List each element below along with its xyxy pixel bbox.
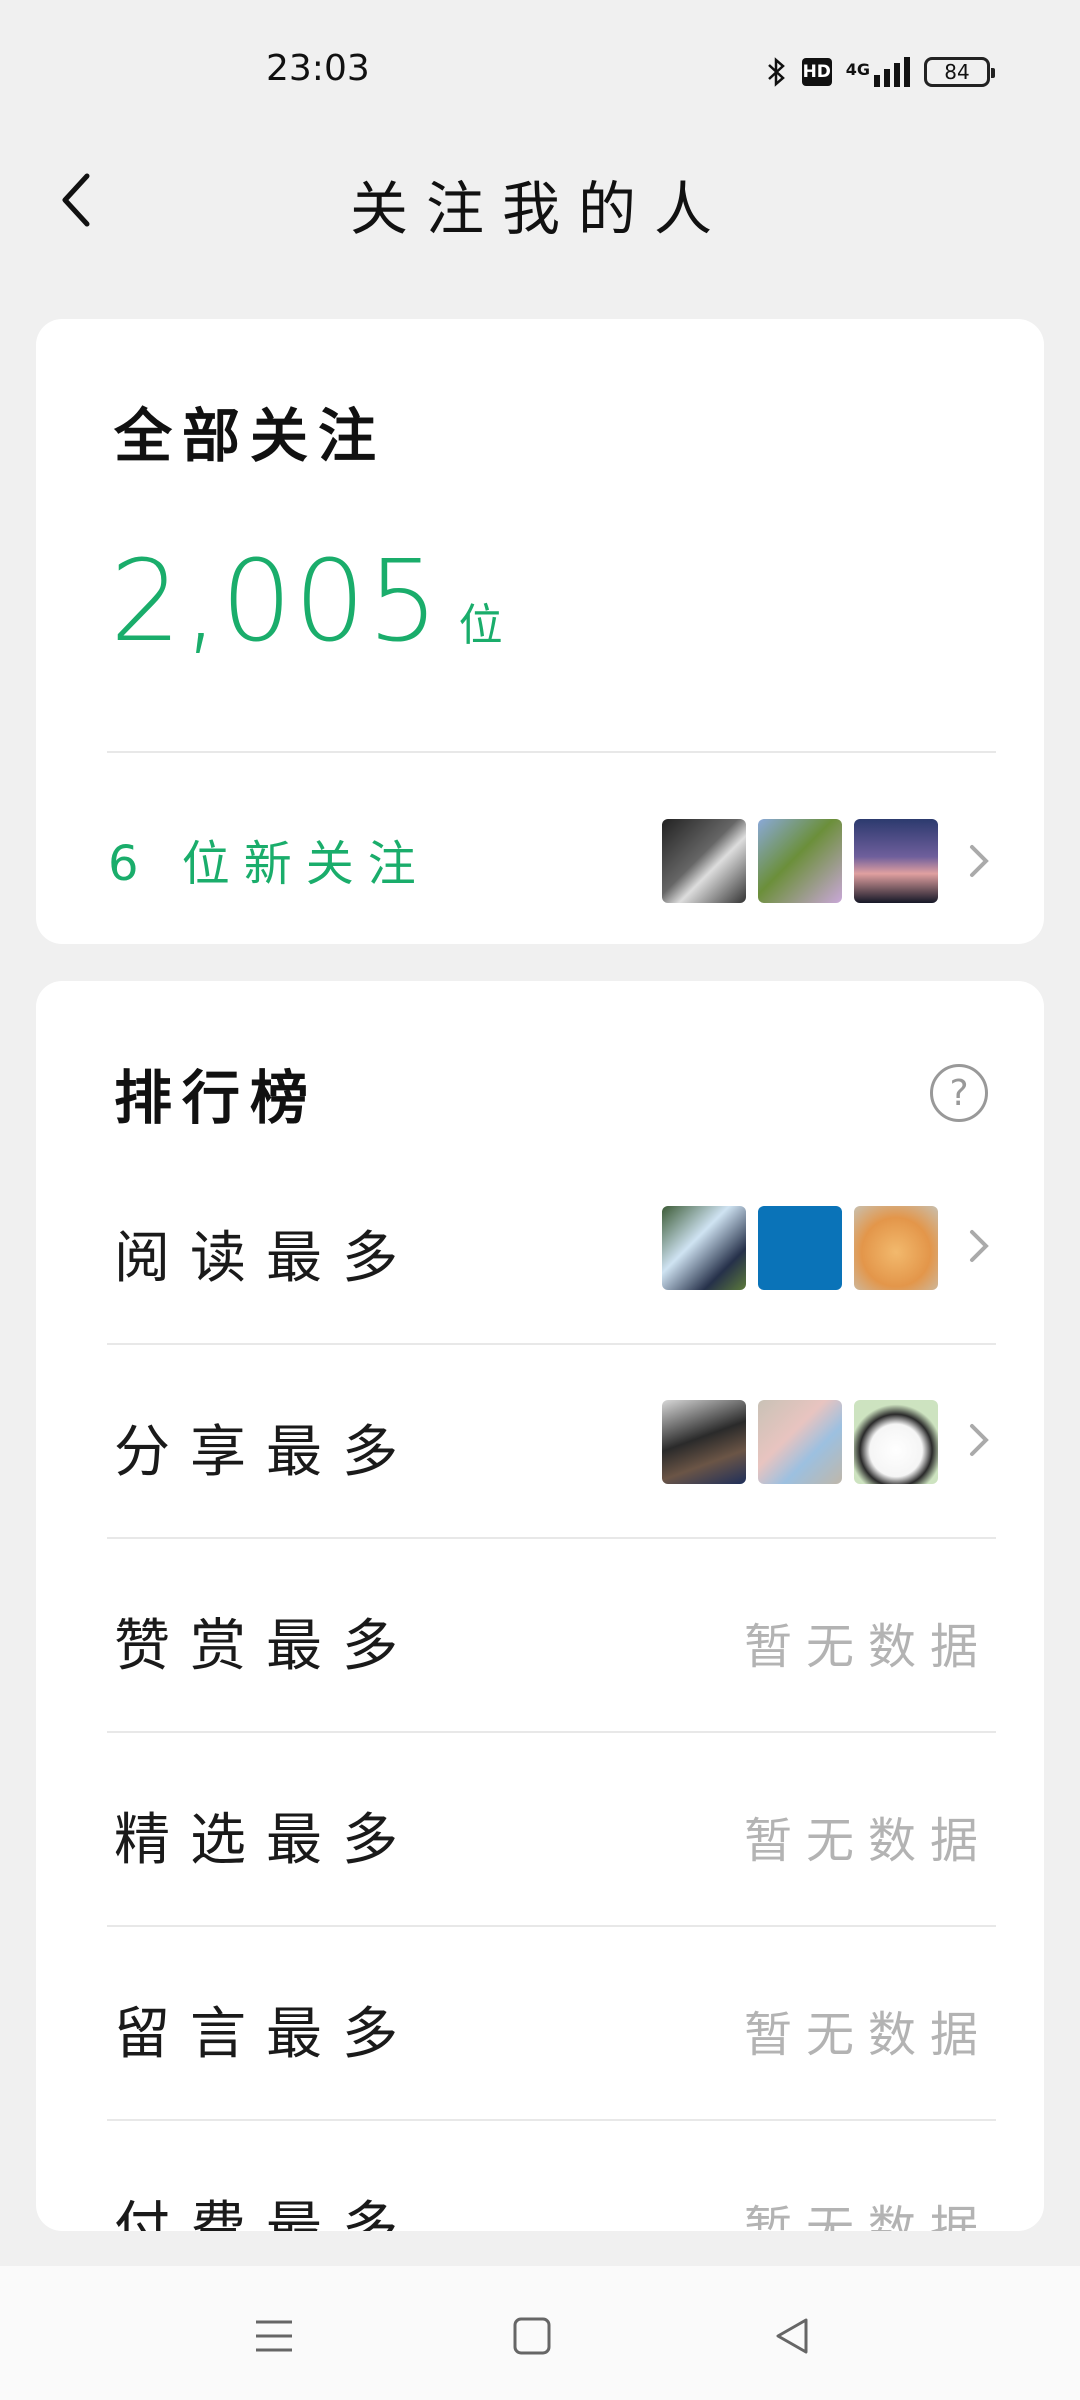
status-bar: 23:03 HD 4G 84: [0, 0, 1080, 140]
status-time: 23:03: [266, 48, 370, 89]
rank-empty-text: 暂无数据: [743, 2007, 992, 2063]
menu-icon: [256, 2320, 292, 2352]
rank-row-reward[interactable]: 赞赏最多 暂无数据: [36, 1539, 1044, 1733]
bluetooth-icon: [767, 57, 785, 87]
rank-label: 付费最多: [114, 2196, 418, 2231]
hd-icon: HD: [801, 58, 832, 86]
page-title: 关注我的人: [349, 175, 730, 243]
rank-avatars: [662, 1400, 938, 1484]
chevron-right-icon: [970, 845, 989, 877]
nav-bar: 关注我的人: [0, 140, 1080, 260]
rank-empty-text: 暂无数据: [743, 1619, 992, 1675]
rank-row-share[interactable]: 分享最多: [36, 1345, 1044, 1539]
follow-count-unit: 位: [458, 600, 503, 651]
rank-label: 阅读最多: [114, 1226, 418, 1291]
avatar: [662, 1206, 746, 1290]
rank-label: 赞赏最多: [114, 1614, 418, 1679]
rank-label: 精选最多: [114, 1808, 418, 1873]
avatar: [662, 819, 746, 903]
home-icon: [513, 2317, 551, 2355]
nav-back-button[interactable]: [762, 2306, 822, 2366]
rank-row-featured[interactable]: 精选最多 暂无数据: [36, 1733, 1044, 1927]
help-icon[interactable]: ?: [930, 1064, 988, 1122]
rank-card: 排行榜 ? 阅读最多 分享最多 赞赏最多 暂无数据 精选最多 暂无数据 留言最多…: [36, 981, 1044, 2231]
avatar: [758, 1400, 842, 1484]
divider: [107, 751, 996, 753]
system-nav-bar: [0, 2266, 1080, 2400]
avatar: [854, 1400, 938, 1484]
new-followers-avatars: [662, 819, 938, 903]
rank-label: 留言最多: [114, 2002, 418, 2067]
avatar: [758, 1206, 842, 1290]
follow-card: 全部关注 2,005 位 6 位新关注: [36, 319, 1044, 944]
rank-row-paid[interactable]: 付费最多 暂无数据: [36, 2121, 1044, 2231]
rank-empty-text: 暂无数据: [743, 2201, 992, 2231]
rank-title: 排行榜: [114, 1064, 319, 1132]
follow-count: 2,005 位: [110, 537, 503, 667]
rank-empty-text: 暂无数据: [743, 1813, 992, 1869]
status-icons: HD 4G 84: [766, 52, 995, 92]
new-followers-row[interactable]: 6 位新关注: [36, 766, 1044, 946]
signal-icon: 4G: [846, 57, 910, 87]
avatar: [854, 1206, 938, 1290]
menu-button[interactable]: [244, 2306, 304, 2366]
network-label: 4G: [845, 60, 870, 79]
chevron-right-icon: [970, 1424, 989, 1456]
back-triangle-icon: [776, 2318, 808, 2354]
battery-level: 84: [944, 60, 970, 84]
home-button[interactable]: [502, 2306, 562, 2366]
follow-title: 全部关注: [114, 402, 387, 470]
avatar: [662, 1400, 746, 1484]
new-followers-label: 6 位新关注: [108, 836, 430, 892]
rank-row-read[interactable]: 阅读最多: [36, 1151, 1044, 1345]
rank-avatars: [662, 1206, 938, 1290]
rank-label: 分享最多: [114, 1420, 418, 1485]
chevron-right-icon: [970, 1230, 989, 1262]
rank-row-comment[interactable]: 留言最多 暂无数据: [36, 1927, 1044, 2121]
follow-count-number: 2,005: [110, 537, 441, 667]
avatar: [758, 819, 842, 903]
avatar: [854, 819, 938, 903]
battery-icon: 84: [924, 57, 995, 87]
